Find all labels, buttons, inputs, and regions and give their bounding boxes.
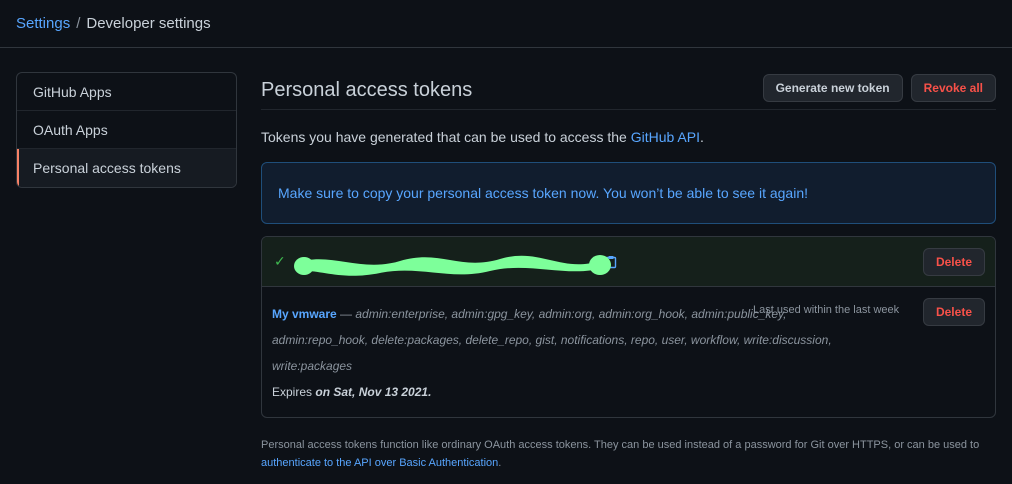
token-list: ✓ Delete My vmware — admin:enterprise, a… [261,236,996,418]
token-scopes: admin:enterprise, admin:gpg_key, admin:o… [272,307,832,373]
expires-suffix: . [428,385,432,399]
copy-token-flash-notice: Make sure to copy your personal access t… [261,162,996,224]
sidebar-item-oauth-apps[interactable]: OAuth Apps [17,111,236,149]
redacted-token-value [290,249,611,276]
new-token-value: ✓ [274,249,618,276]
token-details-row: My vmware — admin:enterprise, admin:gpg_… [262,287,995,417]
footer-note-text: Personal access tokens function like ord… [261,439,980,451]
generate-new-token-button[interactable]: Generate new token [762,73,903,102]
sidebar-item-github-apps[interactable]: GitHub Apps [17,73,236,111]
main-content: Personal access tokens Generate new toke… [261,72,996,472]
token-last-used: Last used within the last week [753,304,900,316]
check-icon: ✓ [274,253,286,269]
breadcrumb-settings-link[interactable]: Settings [16,15,70,32]
breadcrumb-current: Developer settings [86,15,211,32]
new-token-delete-button[interactable]: Delete [922,247,985,276]
sidebar-nav: GitHub Apps OAuth Apps Personal access t… [16,72,237,188]
sidebar-item-personal-access-tokens[interactable]: Personal access tokens [17,149,236,187]
basic-auth-link[interactable]: authenticate to the API over Basic Authe… [261,457,498,469]
breadcrumb: Settings / Developer settings [0,0,1012,48]
redaction-scribble [293,254,611,276]
intro-text: Tokens you have generated that can be us… [261,129,996,145]
token-dash: — [336,307,356,321]
page-header: Personal access tokens Generate new toke… [261,72,996,110]
token-name-link[interactable]: My vmware [272,307,337,321]
footer-note: Personal access tokens function like ord… [261,436,991,472]
revoke-all-button[interactable]: Revoke all [910,73,996,102]
new-token-row: ✓ Delete [262,237,995,287]
expires-prefix: Expires [272,385,316,399]
github-api-link[interactable]: GitHub API [631,129,700,145]
token-expiration: Expires on Sat, Nov 13 2021. [272,379,985,405]
breadcrumb-separator: / [76,15,81,32]
intro-text-suffix: . [699,129,704,145]
footer-note-suffix: . [498,457,502,469]
token-delete-button[interactable]: Delete [922,298,985,326]
header-actions: Generate new token Revoke all [762,73,996,102]
expires-date: on Sat, Nov 13 2021 [315,385,429,399]
page-title: Personal access tokens [261,79,473,101]
intro-text-body: Tokens you have generated that can be us… [261,129,631,145]
